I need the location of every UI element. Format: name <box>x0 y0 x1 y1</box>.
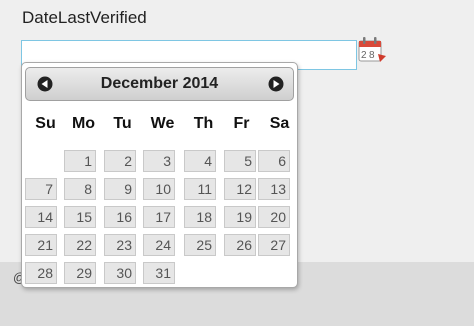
weekday-friday: Fr <box>233 115 250 132</box>
weekday-saturday: Sa <box>269 115 290 132</box>
day-cell[interactable]: 7 <box>25 178 57 200</box>
day-cell[interactable]: 19 <box>224 206 256 228</box>
day-cell[interactable]: 8 <box>64 178 96 200</box>
date-last-verified-label: DateLastVerified <box>22 8 147 27</box>
day-cell[interactable]: 26 <box>224 234 256 256</box>
next-month-icon[interactable] <box>267 75 285 93</box>
weekday-sunday: Su <box>35 115 56 132</box>
weekday-thursday: Th <box>193 115 214 132</box>
day-cell[interactable]: 31 <box>143 262 175 284</box>
day-cell[interactable]: 20 <box>258 206 290 228</box>
day-cell[interactable]: 29 <box>64 262 96 284</box>
svg-text:8: 8 <box>369 50 375 61</box>
weekday-wednesday: We <box>150 115 175 132</box>
day-cell[interactable]: 1 <box>64 150 96 172</box>
day-cell[interactable]: 2 <box>104 150 136 172</box>
day-cell[interactable]: 15 <box>64 206 96 228</box>
datepicker-header: December 2014 <box>25 67 294 101</box>
day-cell[interactable]: 6 <box>258 150 290 172</box>
day-cell[interactable]: 9 <box>104 178 136 200</box>
day-cell[interactable]: 21 <box>25 234 57 256</box>
month-year-title: December 2014 <box>100 75 219 92</box>
day-cell[interactable]: 27 <box>258 234 290 256</box>
svg-text:2: 2 <box>361 50 367 61</box>
day-cell[interactable]: 12 <box>224 178 256 200</box>
day-cell[interactable]: 25 <box>184 234 216 256</box>
day-cell[interactable]: 4 <box>184 150 216 172</box>
day-cell[interactable]: 17 <box>143 206 175 228</box>
weekday-monday: Mo <box>71 115 96 132</box>
day-cell[interactable]: 16 <box>104 206 136 228</box>
day-cell[interactable]: 5 <box>224 150 256 172</box>
datepicker-popup: December 2014 Su Mo Tu We Th Fr Sa 12345… <box>21 62 298 288</box>
day-cell[interactable]: 10 <box>143 178 175 200</box>
day-cell[interactable]: 24 <box>143 234 175 256</box>
day-cell[interactable]: 22 <box>64 234 96 256</box>
day-cell[interactable]: 18 <box>184 206 216 228</box>
calendar-icon[interactable]: 2 8 <box>356 34 388 64</box>
day-cell[interactable]: 28 <box>25 262 57 284</box>
weekday-tuesday: Tu <box>113 115 132 132</box>
day-cell[interactable]: 3 <box>143 150 175 172</box>
day-cell[interactable]: 13 <box>258 178 290 200</box>
day-cell[interactable]: 11 <box>184 178 216 200</box>
day-cell[interactable]: 14 <box>25 206 57 228</box>
weekday-header-row: Su Mo Tu We Th Fr Sa <box>26 115 296 137</box>
day-cell[interactable]: 23 <box>104 234 136 256</box>
day-cell[interactable]: 30 <box>104 262 136 284</box>
